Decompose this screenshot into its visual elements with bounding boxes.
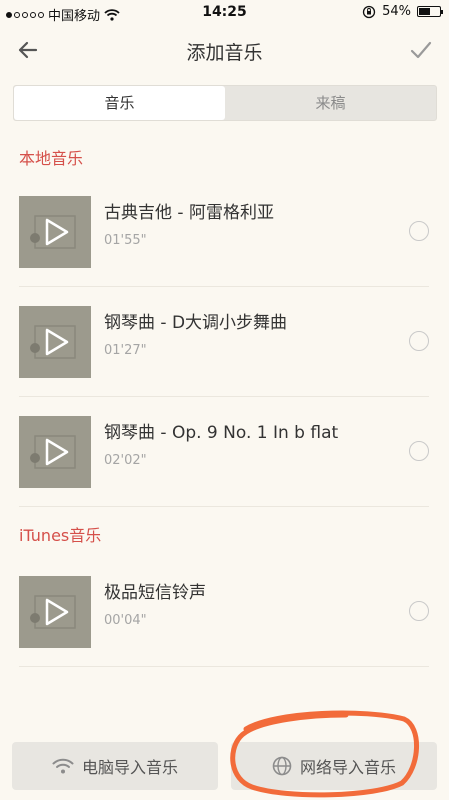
music-item[interactable]: 极品短信铃声 00'04": [19, 556, 429, 667]
music-title: 极品短信铃声: [104, 583, 206, 603]
music-thumbnail: [19, 416, 91, 488]
music-item[interactable]: 钢琴曲 - D大调小步舞曲 01'27": [19, 286, 429, 397]
play-icon: [30, 435, 76, 469]
computer-import-label: 电脑导入音乐: [81, 758, 178, 777]
music-title: 钢琴曲 - D大调小步舞曲: [104, 313, 288, 333]
segmented-control: 音乐 来稿: [13, 85, 437, 121]
play-icon: [30, 325, 76, 359]
status-bar: 中国移动 14:25 54%: [0, 0, 449, 26]
music-item[interactable]: 古典吉他 - 阿雷格利亚 01'55": [19, 176, 429, 287]
navigation-bar: 添加音乐: [0, 26, 449, 76]
select-radio[interactable]: [409, 601, 429, 621]
music-thumbnail: [19, 306, 91, 378]
music-duration: 01'55": [104, 233, 147, 248]
status-right: 54%: [362, 4, 443, 19]
battery-percent: 54%: [382, 4, 411, 19]
music-item[interactable]: 钢琴曲 - Op. 9 No. 1 In b flat 02'02": [19, 396, 429, 507]
globe-icon: [272, 756, 292, 776]
music-duration: 00'04": [104, 613, 147, 628]
play-icon: [30, 595, 76, 629]
music-thumbnail: [19, 196, 91, 268]
page-title: 添加音乐: [186, 42, 263, 64]
check-icon[interactable]: [407, 36, 435, 64]
computer-import-button[interactable]: 电脑导入音乐: [12, 742, 218, 790]
section-title-itunes: iTunes音乐: [19, 526, 102, 545]
play-icon: [30, 215, 76, 249]
network-import-label: 网络导入音乐: [299, 758, 396, 777]
tab-music[interactable]: 音乐: [14, 86, 225, 120]
rotation-lock-icon: [362, 5, 376, 18]
battery-fill: [419, 8, 430, 15]
network-import-button[interactable]: 网络导入音乐: [231, 742, 437, 790]
music-duration: 01'27": [104, 343, 147, 358]
music-title: 钢琴曲 - Op. 9 No. 1 In b flat: [104, 423, 339, 443]
music-thumbnail: [19, 576, 91, 648]
tab-submissions[interactable]: 来稿: [225, 86, 436, 120]
music-duration: 02'02": [104, 453, 147, 468]
battery-icon: [417, 6, 443, 17]
select-radio[interactable]: [409, 331, 429, 351]
music-title: 古典吉他 - 阿雷格利亚: [104, 203, 274, 223]
select-radio[interactable]: [409, 441, 429, 461]
select-radio[interactable]: [409, 221, 429, 241]
section-title-local: 本地音乐: [19, 149, 84, 168]
wifi-icon: [52, 758, 74, 774]
